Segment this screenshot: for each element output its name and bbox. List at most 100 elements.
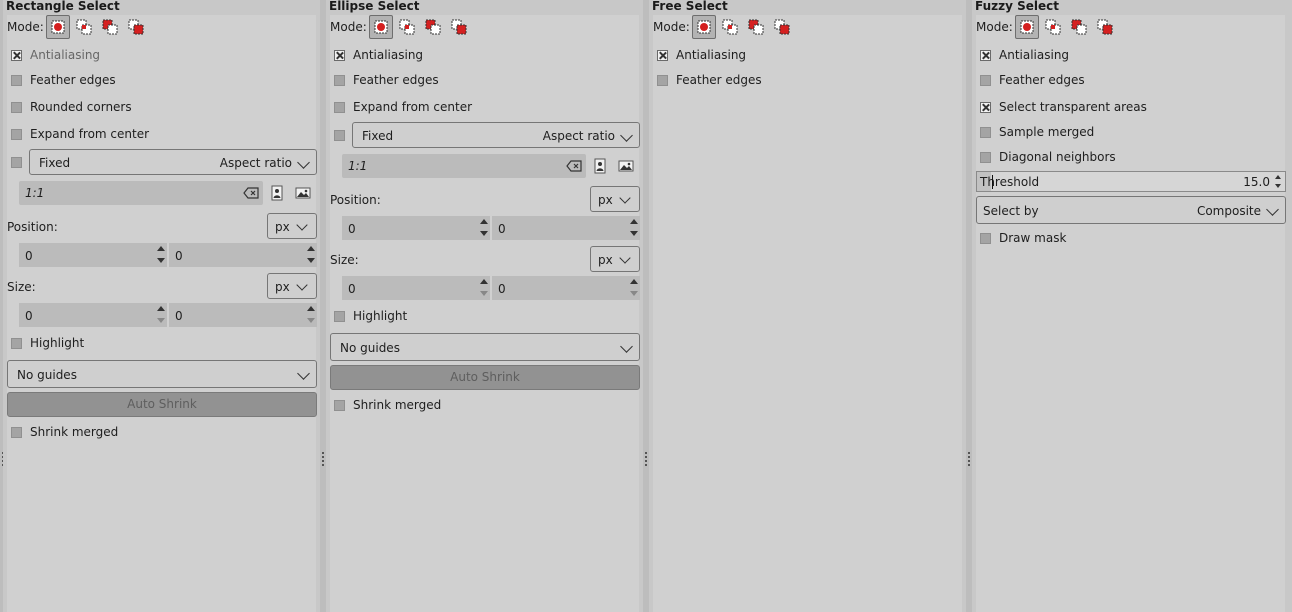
- mode-add-button[interactable]: [718, 15, 742, 39]
- size-height-input[interactable]: 0: [492, 276, 640, 300]
- mode-intersect-button[interactable]: [1093, 15, 1117, 39]
- guides-dropdown[interactable]: No guides: [330, 333, 640, 361]
- position-x-input[interactable]: 0: [19, 243, 167, 267]
- select-transparent-label: Select transparent areas: [999, 100, 1147, 114]
- position-y-input[interactable]: 0: [169, 243, 317, 267]
- sample-merged-checkbox[interactable]: [980, 127, 991, 138]
- antialiasing-checkbox[interactable]: [334, 50, 345, 61]
- spin-arrows[interactable]: [478, 276, 490, 300]
- feather-edges-checkbox[interactable]: [980, 75, 991, 86]
- mode-replace-button[interactable]: [45, 15, 70, 39]
- size-label: Size:: [7, 280, 36, 294]
- position-x-input[interactable]: 0: [342, 216, 490, 240]
- chevron-down-icon: [620, 340, 633, 353]
- spin-arrows[interactable]: [155, 243, 167, 267]
- draw-mask-checkbox[interactable]: [980, 233, 991, 244]
- spin-arrows[interactable]: [478, 216, 490, 240]
- ratio-input[interactable]: 1:1: [342, 154, 586, 178]
- portrait-icon[interactable]: [269, 185, 285, 201]
- chevron-down-icon: [619, 252, 631, 264]
- auto-shrink-button[interactable]: Auto Shrink: [7, 392, 317, 417]
- grip-handle-icon: [322, 452, 324, 466]
- mode-replace-icon: [697, 20, 711, 34]
- threshold-slider[interactable]: Threshold 15.0: [976, 171, 1286, 192]
- clear-icon[interactable]: [566, 158, 582, 174]
- mode-intersect-button[interactable]: [447, 15, 471, 39]
- feather-edges-label: Feather edges: [676, 73, 762, 87]
- expand-center-label: Expand from center: [30, 127, 150, 141]
- spin-arrows[interactable]: [305, 243, 317, 267]
- spin-down-icon[interactable]: [1275, 184, 1281, 188]
- mode-add-button[interactable]: [72, 15, 96, 39]
- antialiasing-label: Antialiasing: [676, 48, 747, 62]
- mode-add-button[interactable]: [395, 15, 419, 39]
- antialiasing-checkbox[interactable]: [657, 50, 668, 61]
- feather-edges-checkbox[interactable]: [11, 75, 22, 86]
- position-x-value: 0: [348, 222, 356, 236]
- mode-label: Mode:: [7, 20, 44, 34]
- mode-subtract-icon: [425, 19, 441, 35]
- mode-replace-button[interactable]: [691, 15, 716, 39]
- clear-icon[interactable]: [243, 185, 259, 201]
- fixed-checkbox[interactable]: [334, 130, 345, 141]
- spin-arrows[interactable]: [155, 303, 167, 327]
- diagonal-neighbors-checkbox[interactable]: [980, 152, 991, 163]
- select-transparent-checkbox[interactable]: [980, 102, 991, 113]
- fixed-aspect-dropdown[interactable]: Fixed Aspect ratio: [29, 149, 317, 175]
- mode-intersect-button[interactable]: [770, 15, 794, 39]
- position-y-input[interactable]: 0: [492, 216, 640, 240]
- shrink-merged-checkbox[interactable]: [11, 427, 22, 438]
- guides-value: No guides: [17, 368, 77, 382]
- ratio-value: 1:1: [348, 159, 368, 173]
- rounded-corners-checkbox[interactable]: [11, 102, 22, 113]
- rectangle-select-panel: Rectangle Select Mode: Antialiasing Feat…: [3, 0, 320, 612]
- highlight-label: Highlight: [30, 336, 85, 350]
- guides-dropdown[interactable]: No guides: [7, 360, 317, 388]
- shrink-merged-checkbox[interactable]: [334, 400, 345, 411]
- mode-subtract-button[interactable]: [744, 15, 768, 39]
- feather-edges-checkbox[interactable]: [334, 75, 345, 86]
- size-unit-dropdown[interactable]: px: [590, 246, 640, 272]
- antialiasing-checkbox[interactable]: [980, 50, 991, 61]
- mode-replace-button[interactable]: [1014, 15, 1039, 39]
- mode-subtract-button[interactable]: [98, 15, 122, 39]
- size-width-input[interactable]: 0: [19, 303, 167, 327]
- highlight-checkbox[interactable]: [11, 338, 22, 349]
- mode-subtract-button[interactable]: [421, 15, 445, 39]
- free-select-panel: Free Select Mode: Antialiasing Feather e…: [649, 0, 966, 612]
- expand-center-checkbox[interactable]: [334, 102, 345, 113]
- auto-shrink-button[interactable]: Auto Shrink: [330, 365, 640, 390]
- shrink-merged-label: Shrink merged: [30, 425, 119, 439]
- landscape-icon[interactable]: [295, 185, 311, 201]
- highlight-checkbox[interactable]: [334, 311, 345, 322]
- expand-center-checkbox[interactable]: [11, 129, 22, 140]
- mode-row: Mode:: [7, 15, 150, 39]
- spin-arrows[interactable]: [628, 276, 640, 300]
- fixed-checkbox[interactable]: [11, 157, 22, 168]
- mode-add-icon: [76, 19, 92, 35]
- size-unit-dropdown[interactable]: px: [267, 273, 317, 299]
- mode-intersect-button[interactable]: [124, 15, 148, 39]
- feather-edges-checkbox[interactable]: [657, 75, 668, 86]
- landscape-icon[interactable]: [618, 158, 634, 174]
- select-by-dropdown[interactable]: Select by Composite: [976, 196, 1286, 224]
- position-unit-dropdown[interactable]: px: [267, 213, 317, 239]
- position-x-value: 0: [25, 249, 33, 263]
- ratio-input[interactable]: 1:1: [19, 181, 263, 205]
- size-height-input[interactable]: 0: [169, 303, 317, 327]
- feather-edges-label: Feather edges: [353, 73, 439, 87]
- mode-replace-button[interactable]: [368, 15, 393, 39]
- antialiasing-checkbox[interactable]: [11, 50, 22, 61]
- position-unit-dropdown[interactable]: px: [590, 186, 640, 212]
- spin-arrows[interactable]: [628, 216, 640, 240]
- spin-up-icon[interactable]: [1275, 175, 1281, 179]
- spin-arrows[interactable]: [305, 303, 317, 327]
- mode-add-button[interactable]: [1041, 15, 1065, 39]
- mode-subtract-button[interactable]: [1067, 15, 1091, 39]
- size-width-input[interactable]: 0: [342, 276, 490, 300]
- mode-row: Mode:: [330, 15, 473, 39]
- grip-handle-icon: [968, 452, 970, 466]
- fixed-aspect-dropdown[interactable]: Fixed Aspect ratio: [352, 122, 640, 148]
- ratio-value: 1:1: [25, 186, 45, 200]
- portrait-icon[interactable]: [592, 158, 608, 174]
